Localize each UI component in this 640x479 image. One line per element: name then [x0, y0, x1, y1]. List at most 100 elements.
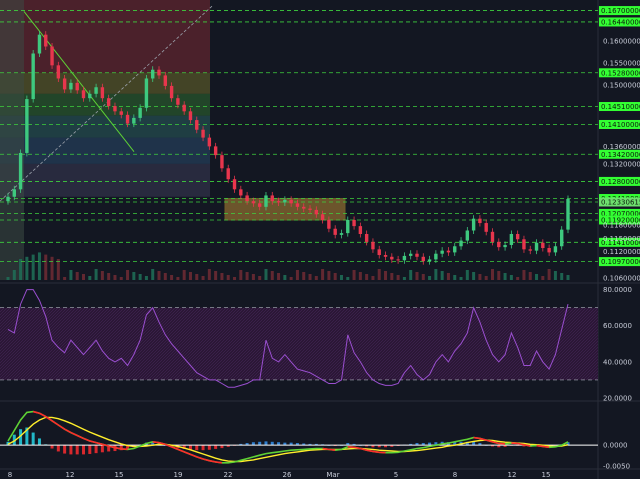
volume-bar: [251, 274, 255, 280]
volume-bar: [459, 277, 463, 280]
rsi-tick-label: 40.0000: [603, 358, 632, 366]
candle-body: [346, 219, 350, 234]
level-label: 0.10970000: [601, 258, 640, 266]
candle-body: [182, 104, 186, 112]
volume-bar: [352, 270, 356, 280]
candle-body: [169, 85, 174, 99]
level-label: 0.12800000: [601, 178, 640, 186]
candle-body: [119, 111, 123, 115]
x-tick-label: 12: [66, 471, 75, 479]
volume-bar: [516, 277, 520, 280]
candle-body: [138, 107, 142, 118]
macd-tick-label: -0.0050: [603, 463, 630, 471]
macd-histogram-bar: [100, 445, 104, 453]
macd-line-falling: [51, 420, 59, 426]
candle-body: [6, 196, 10, 202]
volume-bar: [509, 275, 513, 280]
volume-bar: [541, 276, 545, 280]
macd-panel: [0, 410, 598, 464]
volume-bar: [100, 271, 104, 280]
macd-line-falling: [366, 449, 374, 453]
candle-body: [94, 87, 98, 94]
candle-body: [465, 230, 470, 241]
price-tick-label: 0.15000000: [603, 82, 640, 90]
macd-line-falling: [32, 410, 40, 415]
x-tick-label: 8: [453, 471, 457, 479]
candle-body: [239, 189, 243, 196]
candle-body: [88, 93, 92, 99]
volume-bar: [478, 274, 482, 280]
volume-bar: [434, 269, 438, 280]
volume-bar: [88, 276, 92, 280]
candle-body: [534, 242, 539, 251]
candle-body: [434, 253, 438, 260]
volume-bar: [453, 275, 457, 280]
macd-line-falling: [328, 448, 336, 451]
price-tick-label: 0.11800000: [603, 222, 640, 230]
candle-body: [490, 231, 495, 242]
candle-body: [509, 234, 514, 245]
candle-body: [553, 246, 558, 253]
candle-body: [270, 195, 274, 202]
volume-bar: [44, 254, 48, 280]
candle-body: [390, 256, 394, 260]
candle-body: [220, 155, 224, 169]
macd-histogram-bar: [31, 432, 35, 446]
candle-body: [81, 90, 86, 99]
candle-body: [497, 241, 501, 248]
volume-bar: [308, 274, 312, 280]
volume-bar: [233, 277, 237, 280]
volume-bar: [396, 275, 400, 280]
candle-body: [50, 46, 54, 66]
volume-bar: [346, 277, 350, 280]
candle-body: [195, 120, 199, 130]
candle-body: [106, 98, 111, 107]
volume-bar: [31, 254, 35, 280]
volume-bar: [409, 270, 413, 280]
candle-body: [541, 242, 545, 249]
candle-body: [113, 106, 117, 112]
candle-body: [503, 244, 507, 248]
volume-bar: [472, 272, 476, 280]
volume-bar: [144, 276, 148, 280]
volume-bar: [113, 275, 117, 280]
volume-bar: [277, 273, 281, 280]
candle-body: [56, 65, 61, 79]
volume-bar: [119, 277, 123, 280]
candle-body: [157, 69, 161, 76]
candle-body: [358, 226, 363, 234]
candle-body: [333, 228, 337, 235]
volume-bar: [264, 269, 268, 280]
candle-body: [408, 253, 413, 256]
macd-histogram-bar: [270, 441, 274, 446]
volume-bar: [528, 272, 532, 280]
volume-bar: [465, 270, 469, 280]
fib-band: [0, 137, 210, 164]
volume-bar: [302, 272, 306, 280]
macd-line-falling: [542, 445, 550, 449]
candle-body: [75, 82, 79, 91]
volume-bar: [535, 274, 539, 280]
price-tick-label: 0.15500000: [603, 60, 640, 68]
macd-histogram-bar: [63, 445, 67, 454]
candle-body: [245, 195, 249, 202]
candle-body: [188, 111, 193, 121]
macd-line: [7, 410, 569, 464]
macd-line-falling: [83, 437, 91, 442]
candle-body: [302, 206, 306, 209]
volume-bar: [421, 274, 425, 280]
candle-body: [402, 255, 407, 261]
volume-bar: [289, 277, 293, 280]
rsi-tick-label: 20.0000: [603, 395, 632, 403]
rsi-tick-label: 80.0000: [603, 286, 632, 294]
macd-line-falling: [95, 441, 103, 446]
volume-bar: [50, 256, 54, 280]
volume-bar: [258, 276, 262, 280]
candle-body: [396, 259, 400, 261]
candle-body: [62, 78, 67, 90]
volume-bar: [245, 272, 249, 280]
price-tick-label: 0.13200000: [603, 160, 640, 168]
candle-body: [31, 53, 35, 100]
macd-histogram-bar: [264, 441, 268, 446]
price-tick-label: 0.13600000: [603, 143, 640, 151]
